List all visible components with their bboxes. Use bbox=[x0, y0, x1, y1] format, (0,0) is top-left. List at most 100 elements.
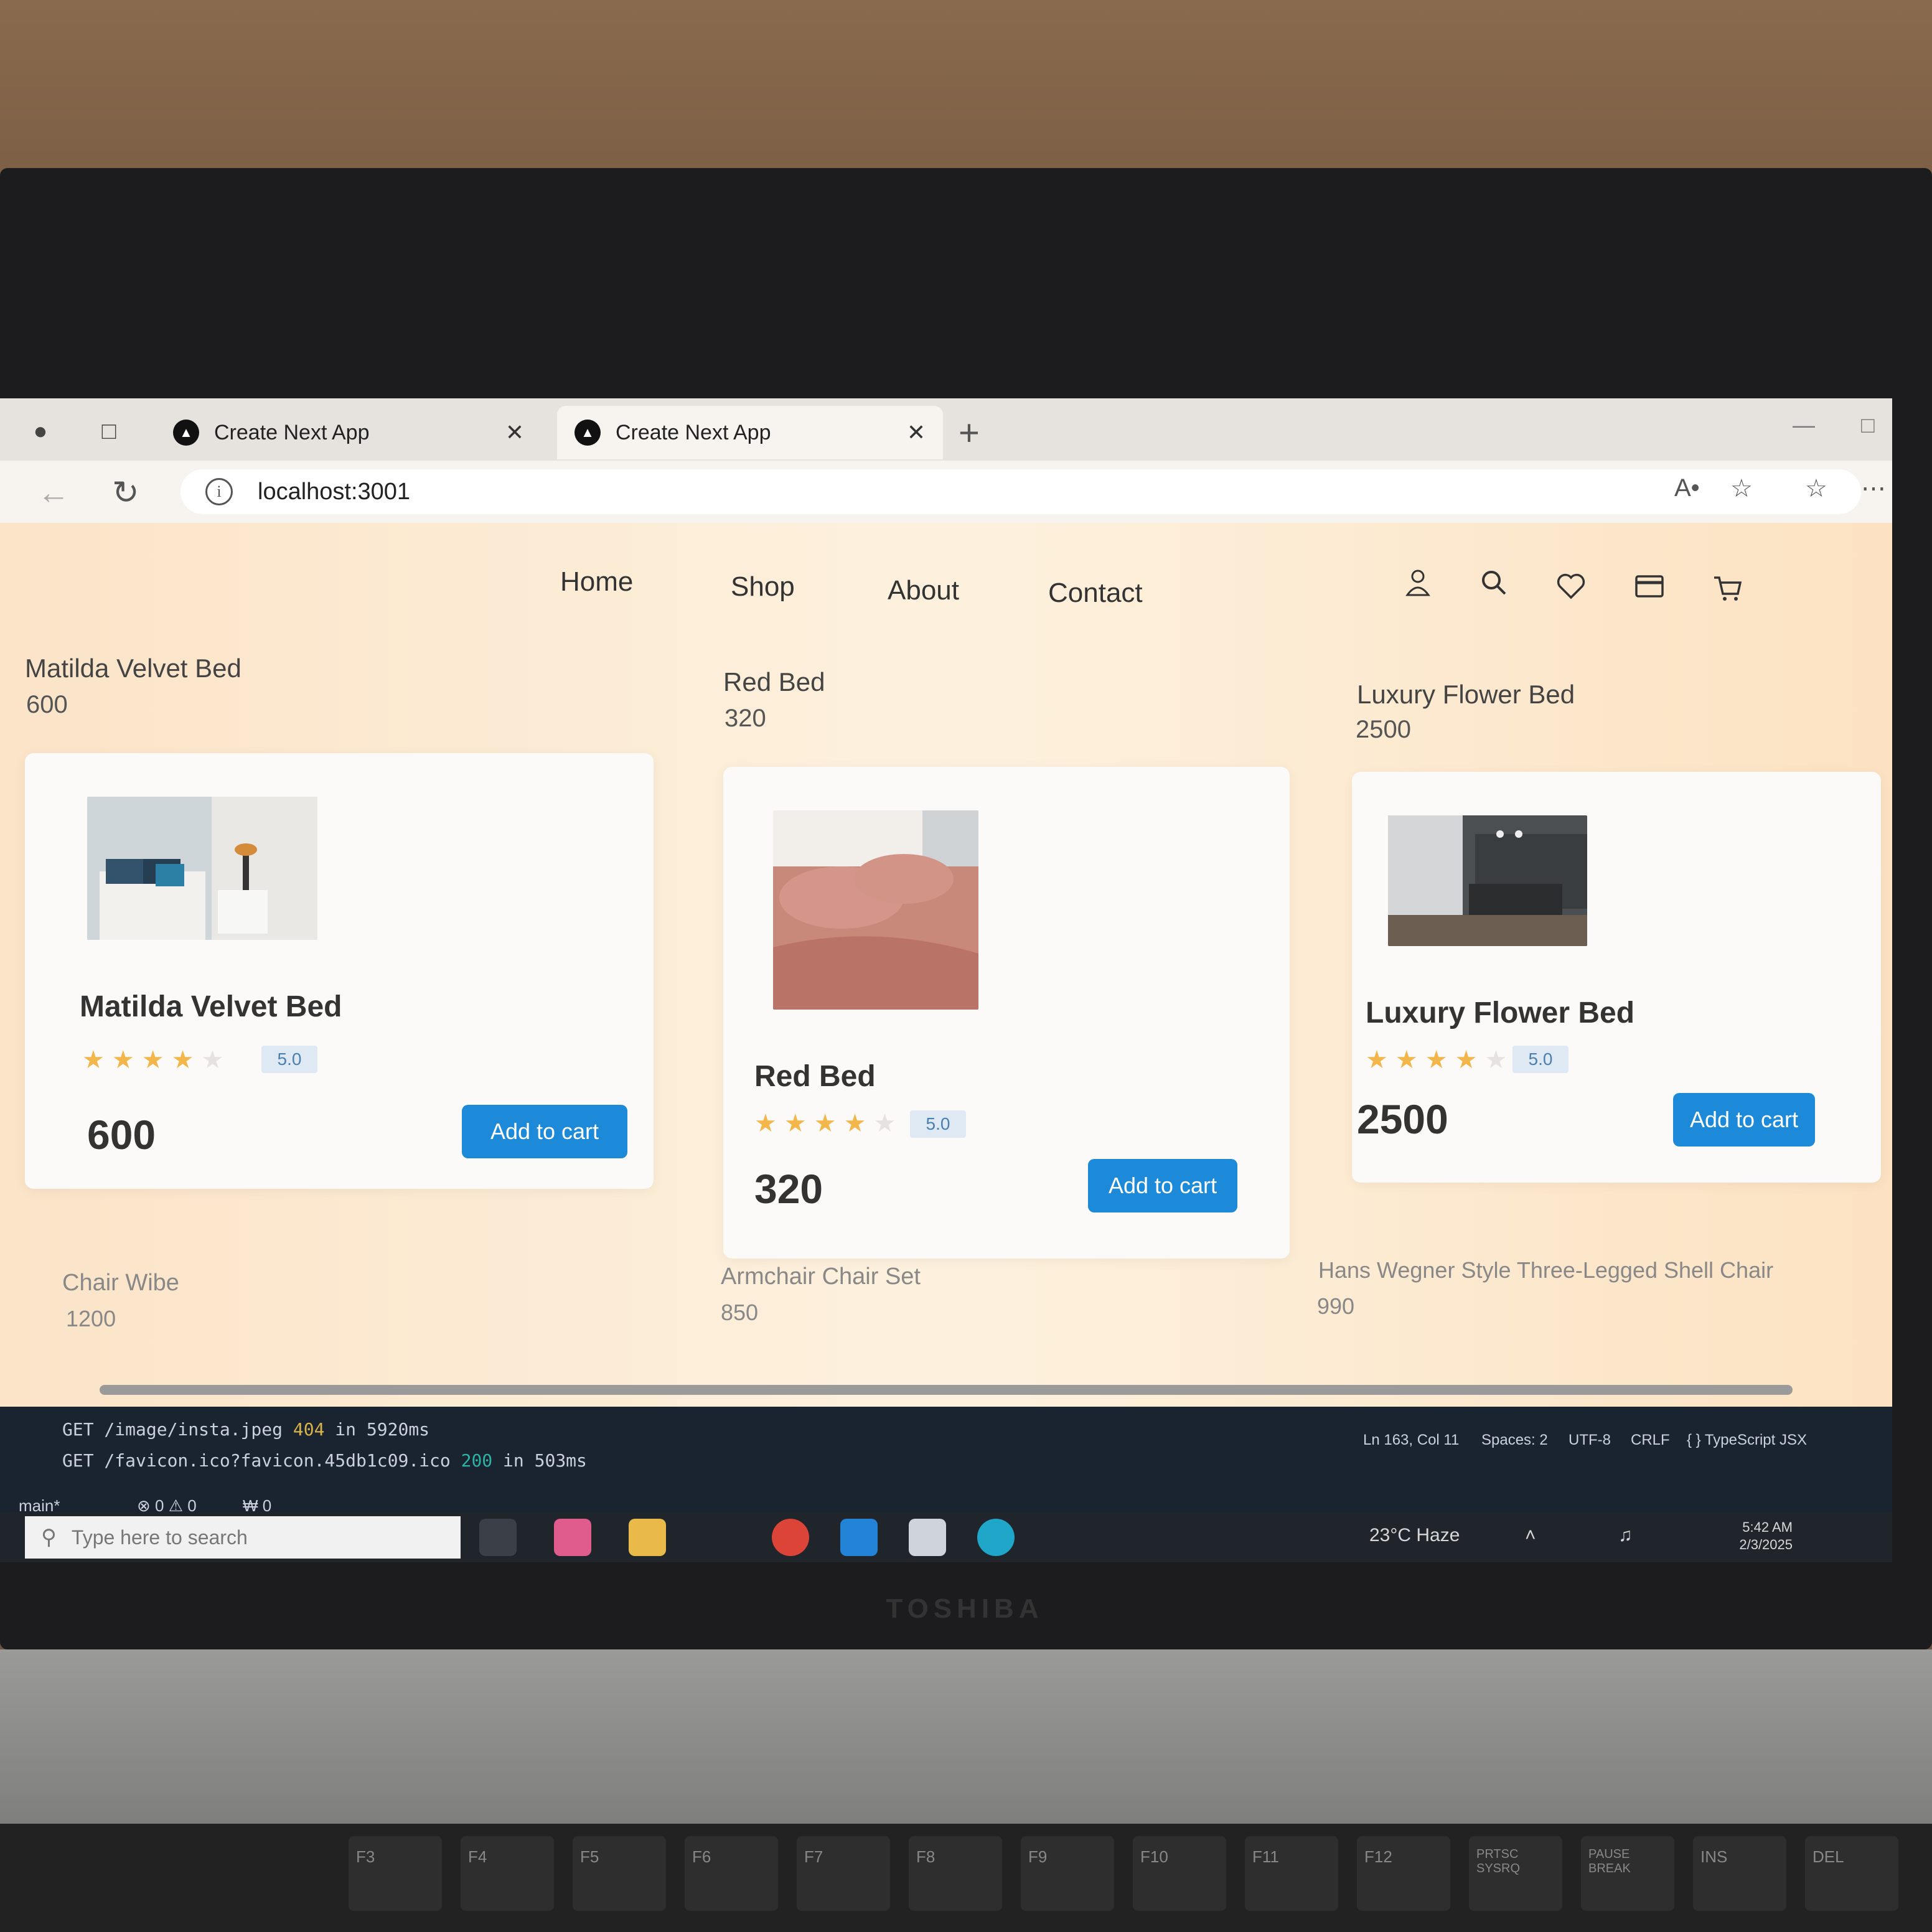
web-page: Home Shop About Contact Matilda Velvet B… bbox=[0, 523, 1892, 1407]
minimize-icon[interactable]: — bbox=[1793, 412, 1815, 438]
keyboard-key: F7 bbox=[797, 1836, 890, 1911]
horizontal-scrollbar[interactable] bbox=[100, 1385, 1793, 1395]
tray-chevron-icon[interactable]: ˄ bbox=[1525, 1525, 1536, 1546]
keyboard-key: DEL bbox=[1805, 1836, 1898, 1911]
keyboard-key: F11 bbox=[1245, 1836, 1338, 1911]
laptop-brand-logo: TOSHIBA bbox=[886, 1593, 1044, 1624]
nextjs-logo-icon: ▲ bbox=[574, 420, 601, 446]
star-icon: ★ bbox=[82, 1046, 105, 1074]
nextjs-logo-icon: ▲ bbox=[173, 420, 199, 446]
close-icon[interactable]: ✕ bbox=[505, 420, 524, 446]
user-icon[interactable] bbox=[1399, 564, 1437, 601]
product-price: 850 bbox=[721, 1300, 759, 1325]
product-title: Hans Wegner Style Three-Legged Shell Cha… bbox=[1318, 1257, 1774, 1283]
chrome-icon[interactable] bbox=[772, 1519, 809, 1556]
browser-tab-bar: ● □ ▲ Create Next App ✕ ▲ Create Next Ap… bbox=[0, 398, 1892, 461]
address-bar-row: ← ↻ i localhost:3001 A• ☆ ☆ ⋯ bbox=[0, 461, 1892, 523]
task-view-icon[interactable] bbox=[479, 1519, 517, 1556]
favorites-list-icon[interactable]: ☆ bbox=[1805, 474, 1827, 503]
terminal-panel: GET /image/insta.jpeg 404 in 5920ms GET … bbox=[0, 1407, 1892, 1500]
nav-link-about[interactable]: About bbox=[888, 575, 959, 606]
search-icon: ⚲ bbox=[41, 1526, 57, 1549]
card-product-name: Matilda Velvet Bed bbox=[80, 990, 342, 1023]
add-to-cart-button[interactable]: Add to cart bbox=[1673, 1093, 1815, 1147]
product-image bbox=[1388, 815, 1587, 946]
product-price: 600 bbox=[26, 691, 68, 718]
keyboard-key: F10 bbox=[1133, 1836, 1226, 1911]
read-aloud-icon[interactable]: A• bbox=[1674, 474, 1700, 502]
card-price: 2500 bbox=[1357, 1096, 1448, 1142]
clock-time: 5:42 AM bbox=[1742, 1519, 1793, 1535]
tab-actions-icon[interactable]: □ bbox=[93, 417, 124, 446]
cursor-position[interactable]: Ln 163, Col 11 bbox=[1363, 1432, 1459, 1449]
volume-icon[interactable]: ♫ bbox=[1618, 1525, 1633, 1546]
heart-icon[interactable] bbox=[1552, 568, 1590, 605]
tab-active[interactable]: ▲ Create Next App ✕ bbox=[557, 406, 943, 459]
file-explorer-icon[interactable] bbox=[629, 1519, 666, 1556]
terminal-log-line: GET /image/insta.jpeg 404 in 5920ms bbox=[62, 1419, 430, 1440]
nav-link-home[interactable]: Home bbox=[560, 566, 633, 598]
star-icon: ★ bbox=[1455, 1046, 1478, 1074]
vscode-icon[interactable] bbox=[840, 1519, 878, 1556]
keyboard-key: PAUSE BREAK bbox=[1581, 1836, 1674, 1911]
new-tab-icon[interactable]: + bbox=[959, 412, 980, 454]
rating-badge: 5.0 bbox=[910, 1110, 966, 1138]
system-clock[interactable]: 5:42 AM 2/3/2025 bbox=[1718, 1519, 1793, 1554]
card-icon[interactable] bbox=[1631, 568, 1668, 605]
maximize-icon[interactable]: □ bbox=[1861, 412, 1875, 438]
product-title: Red Bed bbox=[723, 667, 825, 696]
tab-inactive[interactable]: ▲ Create Next App ✕ bbox=[156, 406, 542, 459]
keyboard-key: F8 bbox=[909, 1836, 1002, 1911]
keyboard-key: F3 bbox=[349, 1836, 442, 1911]
product-price: 320 bbox=[724, 705, 766, 732]
rating-badge: 5.0 bbox=[1512, 1046, 1569, 1073]
search-icon[interactable] bbox=[1475, 564, 1512, 601]
add-to-cart-button[interactable]: Add to cart bbox=[462, 1105, 627, 1158]
tab-title: Create Next App bbox=[616, 420, 771, 444]
encoding[interactable]: UTF-8 bbox=[1569, 1432, 1611, 1449]
tab-title: Create Next App bbox=[214, 420, 370, 444]
favorite-star-icon[interactable]: ☆ bbox=[1730, 474, 1753, 503]
card-price: 320 bbox=[754, 1166, 823, 1212]
back-arrow-icon[interactable]: ← bbox=[37, 474, 70, 512]
more-options-icon[interactable]: ⋯ bbox=[1861, 474, 1886, 503]
laptop-screen: ● □ ▲ Create Next App ✕ ▲ Create Next Ap… bbox=[0, 398, 1892, 1562]
star-icon: ★ bbox=[814, 1110, 837, 1137]
weather-widget[interactable]: 23°C Haze bbox=[1369, 1525, 1460, 1546]
star-rating: ★ ★ ★ ★ ★ bbox=[754, 1109, 896, 1138]
product-price: 990 bbox=[1317, 1293, 1355, 1319]
product-title: Armchair Chair Set bbox=[721, 1264, 921, 1290]
product-card: Red Bed ★ ★ ★ ★ ★ 5.0 320 Add to cart bbox=[723, 767, 1290, 1259]
profile-icon[interactable]: ● bbox=[25, 417, 56, 446]
site-nav: Home Shop About Contact bbox=[0, 566, 1892, 608]
search-placeholder: Type here to search bbox=[71, 1526, 248, 1549]
url-text: localhost:3001 bbox=[258, 478, 411, 505]
star-icon: ★ bbox=[873, 1110, 896, 1137]
star-icon: ★ bbox=[1425, 1046, 1448, 1074]
star-icon: ★ bbox=[171, 1046, 194, 1074]
product-price: 1200 bbox=[66, 1306, 116, 1331]
product-title: Luxury Flower Bed bbox=[1357, 680, 1575, 709]
terminal-log-line: GET /favicon.ico?favicon.45db1c09.ico 20… bbox=[62, 1450, 587, 1471]
refresh-icon[interactable]: ↻ bbox=[112, 474, 139, 512]
add-to-cart-button[interactable]: Add to cart bbox=[1088, 1159, 1237, 1212]
info-icon[interactable]: i bbox=[205, 478, 233, 505]
cart-icon[interactable] bbox=[1709, 570, 1747, 607]
star-rating: ★ ★ ★ ★ ★ bbox=[1366, 1046, 1507, 1074]
star-icon: ★ bbox=[111, 1046, 134, 1074]
close-icon[interactable]: ✕ bbox=[907, 420, 926, 446]
taskbar-search[interactable]: ⚲ Type here to search bbox=[25, 1516, 461, 1559]
keyboard-key: PRTSC SYSRQ bbox=[1469, 1836, 1562, 1911]
copilot-icon[interactable] bbox=[554, 1519, 591, 1556]
edge-icon[interactable] bbox=[977, 1519, 1015, 1556]
notepad-icon[interactable] bbox=[909, 1519, 946, 1556]
nav-link-shop[interactable]: Shop bbox=[731, 571, 795, 603]
language-mode[interactable]: { } TypeScript JSX bbox=[1687, 1432, 1807, 1449]
star-icon: ★ bbox=[784, 1110, 807, 1137]
product-price: 2500 bbox=[1356, 716, 1411, 743]
star-rating: ★ ★ ★ ★ ★ bbox=[82, 1046, 223, 1074]
nav-link-contact[interactable]: Contact bbox=[1048, 578, 1143, 609]
indent-setting[interactable]: Spaces: 2 bbox=[1481, 1432, 1548, 1449]
line-ending[interactable]: CRLF bbox=[1631, 1432, 1670, 1449]
address-bar[interactable]: i localhost:3001 bbox=[181, 469, 1861, 514]
